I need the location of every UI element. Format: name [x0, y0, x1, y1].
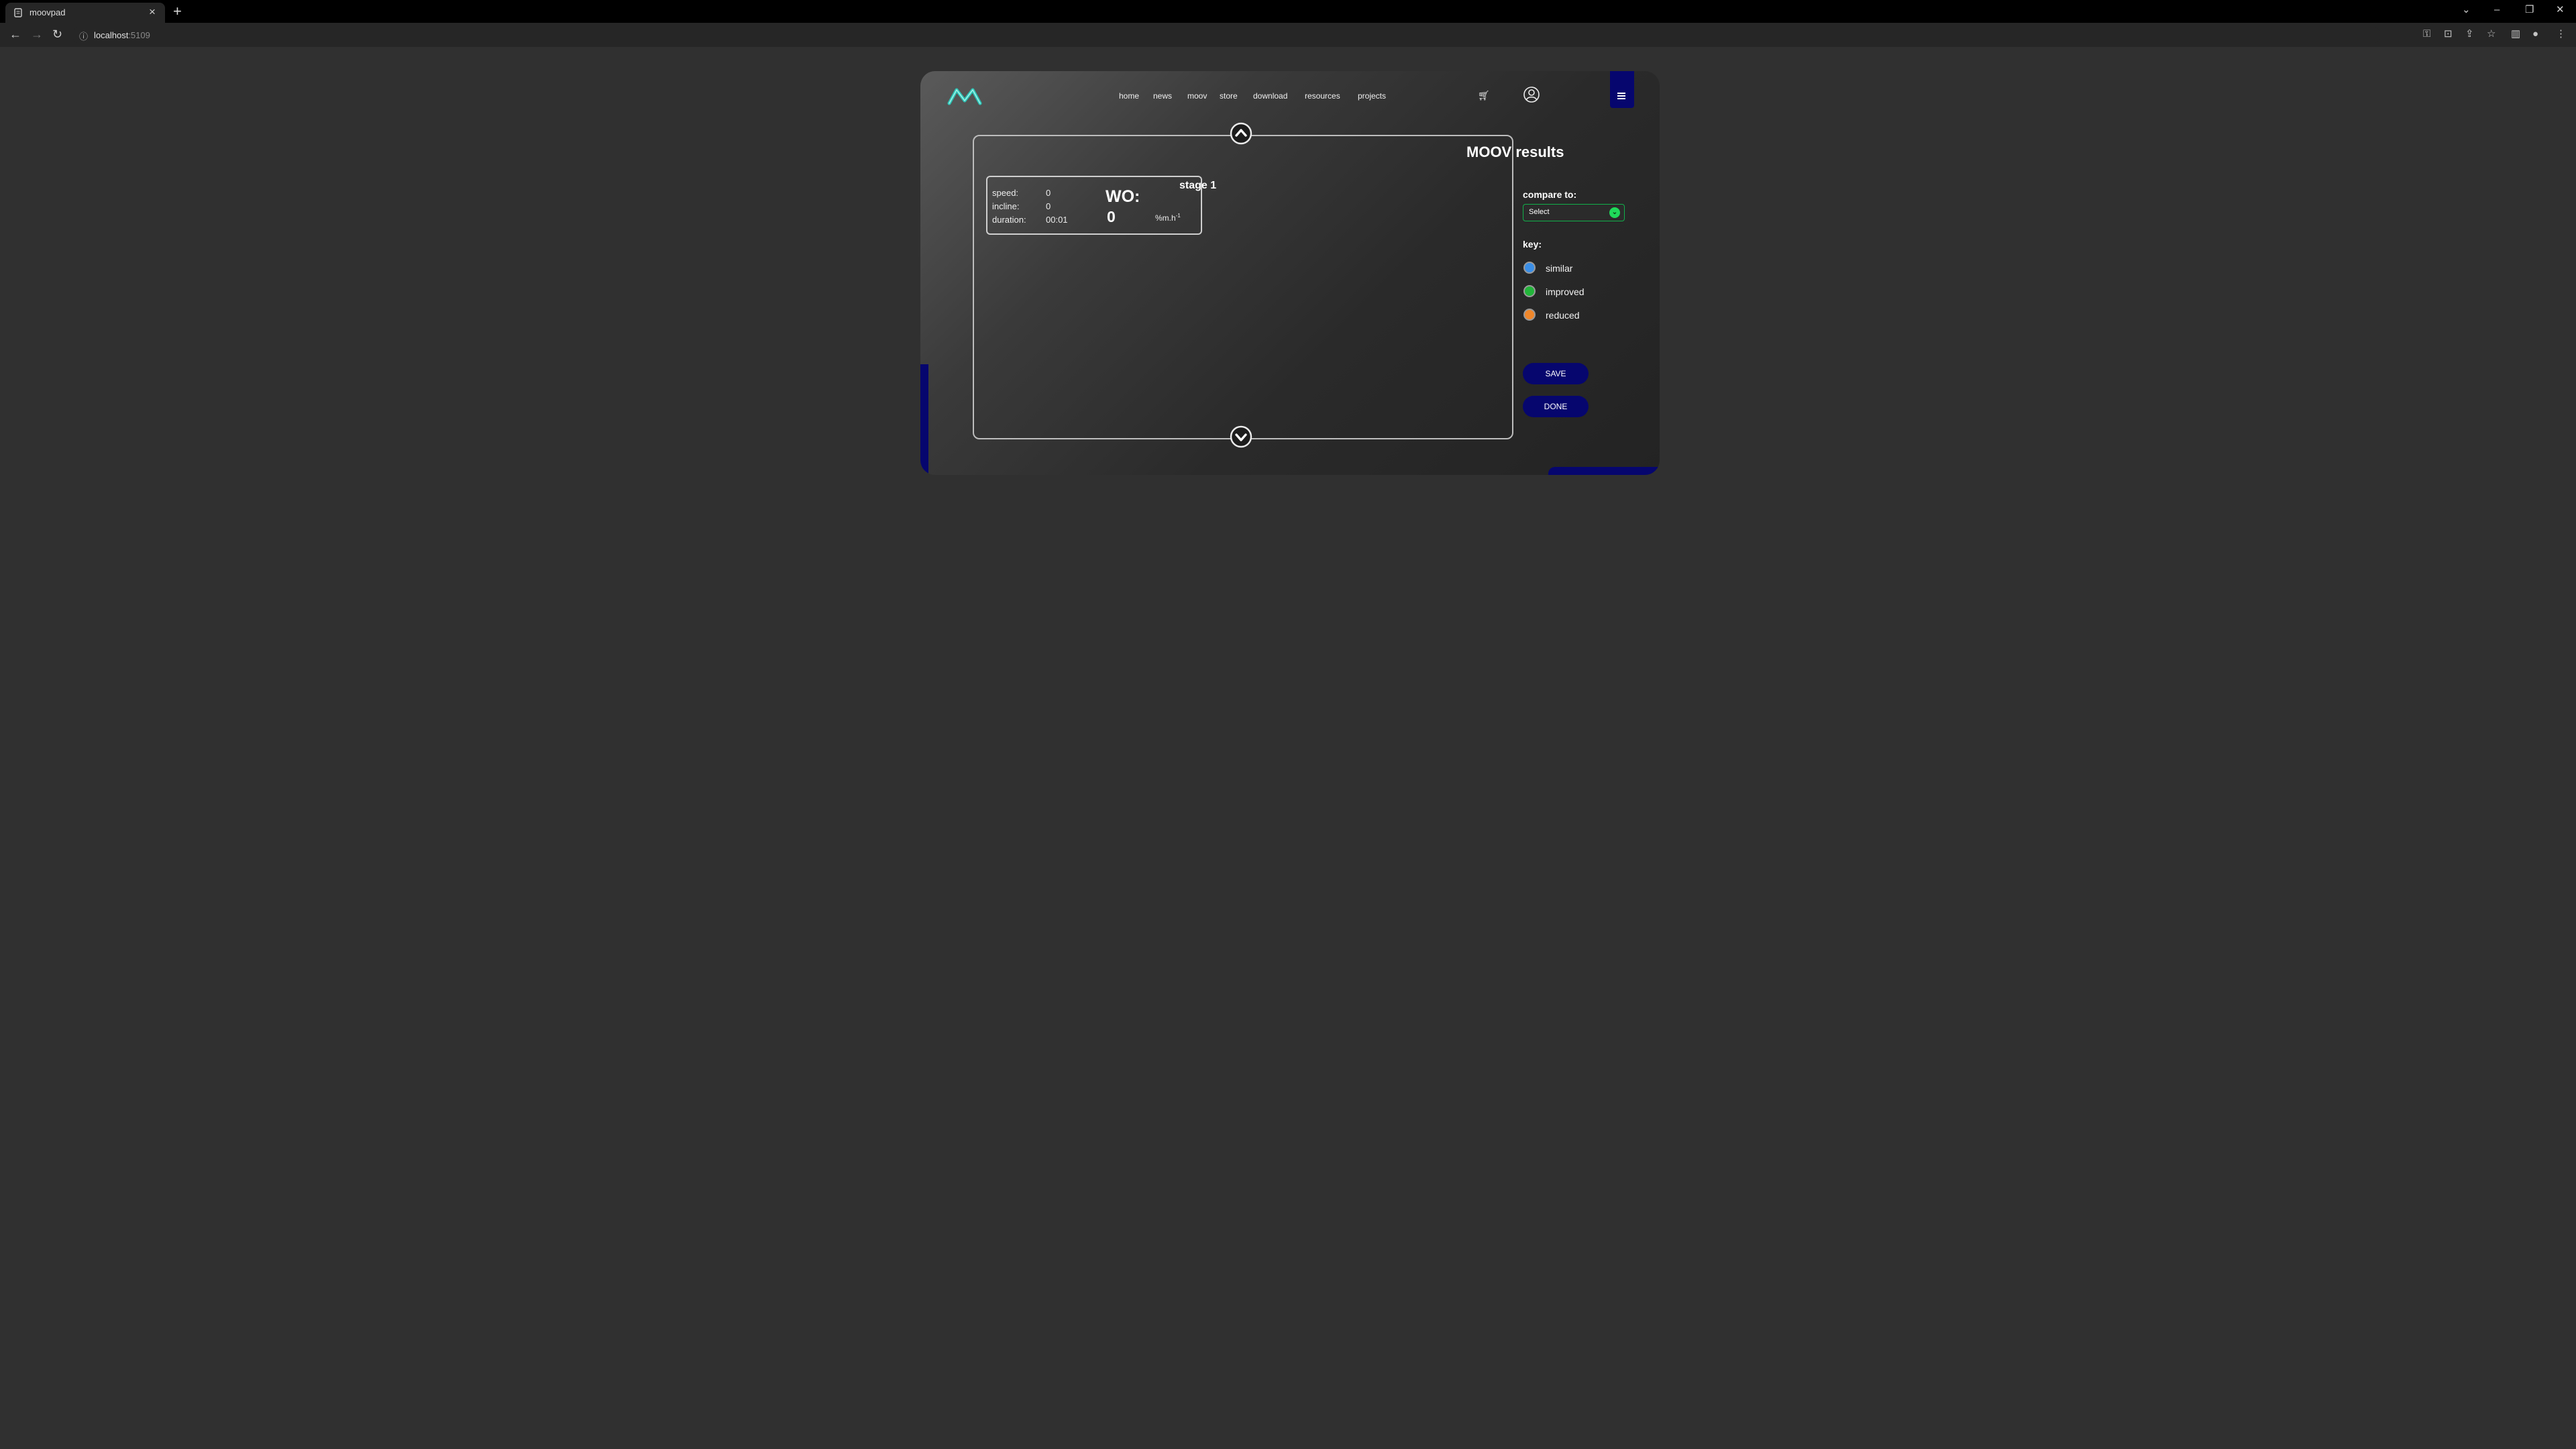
share-icon[interactable]: ⇪ — [2465, 28, 2474, 40]
url-port: :5109 — [128, 30, 150, 40]
nav-projects[interactable]: projects — [1358, 91, 1386, 101]
wo-unit-text: %m.h — [1155, 213, 1176, 223]
tab-search-icon[interactable]: ⌄ — [2462, 4, 2471, 16]
restore-button[interactable]: ❐ — [2525, 4, 2534, 16]
forward-button[interactable]: → — [31, 28, 43, 40]
page-icon — [14, 8, 22, 17]
url-host: localhost — [94, 30, 129, 40]
hamburger-icon — [1617, 93, 1625, 101]
done-button[interactable]: DONE — [1523, 396, 1589, 417]
close-tab-icon[interactable]: × — [149, 6, 156, 18]
wo-unit-exponent: -1 — [1175, 213, 1181, 219]
wo-unit: %m.h-1 — [1155, 213, 1181, 223]
moovpad-logo[interactable] — [947, 86, 982, 106]
address-bar[interactable]: ⓘ localhost:5109 — [72, 25, 2380, 44]
url-text: localhost:5109 — [94, 30, 150, 40]
browser-menu-icon[interactable]: ⋮ — [2556, 28, 2566, 40]
incline-label: incline: — [992, 201, 1020, 211]
nav-store[interactable]: store — [1220, 91, 1238, 101]
browser-toolbar: ← → ↻ ⓘ localhost:5109 ⚿ ⊡ ⇪ ☆ ▥ ● ⋮ — [0, 23, 2576, 47]
nav-resources[interactable]: resources — [1305, 91, 1340, 101]
nav-download[interactable]: download — [1253, 91, 1287, 101]
close-window-button[interactable]: ✕ — [2556, 4, 2565, 16]
save-button[interactable]: SAVE — [1523, 363, 1589, 384]
site-info-icon[interactable]: ⓘ — [79, 30, 88, 42]
key-dot-similar — [1523, 262, 1536, 274]
new-tab-button[interactable]: + — [173, 4, 182, 19]
back-button[interactable]: ← — [9, 28, 21, 40]
key-icon[interactable]: ⚿ — [2423, 28, 2430, 40]
nav-news[interactable]: news — [1153, 91, 1172, 101]
incline-value: 0 — [1046, 201, 1051, 211]
side-accent-bar — [920, 364, 928, 475]
minimize-button[interactable]: – — [2494, 4, 2500, 16]
key-reduced-label: reduced — [1546, 310, 1580, 321]
stage-title: stage 1 — [1179, 180, 1217, 191]
key-similar-label: similar — [1546, 263, 1573, 274]
browser-tabstrip: moovpad × + ⌄ – ❐ ✕ — [0, 0, 2576, 23]
key-label: key: — [1523, 239, 1542, 250]
scroll-down-icon[interactable] — [1230, 425, 1252, 448]
tab-title: moovpad — [30, 7, 66, 17]
key-dot-reduced — [1523, 309, 1536, 321]
duration-label: duration: — [992, 215, 1026, 225]
scroll-up-icon[interactable] — [1230, 122, 1252, 145]
hamburger-menu-button[interactable] — [1610, 71, 1634, 108]
side-panel-icon[interactable]: ▥ — [2511, 28, 2520, 40]
compare-select[interactable]: Select ⌄ — [1523, 204, 1625, 221]
speed-value: 0 — [1046, 188, 1051, 198]
nav-moov[interactable]: moov — [1187, 91, 1207, 101]
bottom-accent-bar — [1548, 467, 1660, 475]
duration-value: 00:01 — [1046, 215, 1068, 225]
user-icon[interactable] — [1523, 86, 1540, 103]
reload-button[interactable]: ↻ — [52, 28, 62, 40]
bookmark-star-icon[interactable]: ☆ — [2487, 28, 2496, 40]
compare-label: compare to: — [1523, 189, 1577, 200]
browser-tab[interactable]: moovpad × — [5, 3, 165, 23]
profile-icon[interactable]: ● — [2532, 28, 2538, 40]
cart-icon[interactable]: 🛒︎ — [1478, 90, 1490, 101]
wo-value: 0 — [1107, 208, 1116, 225]
install-icon[interactable]: ⊡ — [2444, 28, 2453, 40]
chevron-down-icon: ⌄ — [1609, 207, 1620, 218]
compare-select-value: Select — [1529, 208, 1550, 216]
key-dot-improved — [1523, 285, 1536, 297]
page-title: MOOV results — [1466, 144, 1564, 160]
wo-label: WO: — [1106, 187, 1140, 206]
key-improved-label: improved — [1546, 286, 1585, 297]
speed-label: speed: — [992, 188, 1019, 198]
nav-home[interactable]: home — [1119, 91, 1139, 101]
